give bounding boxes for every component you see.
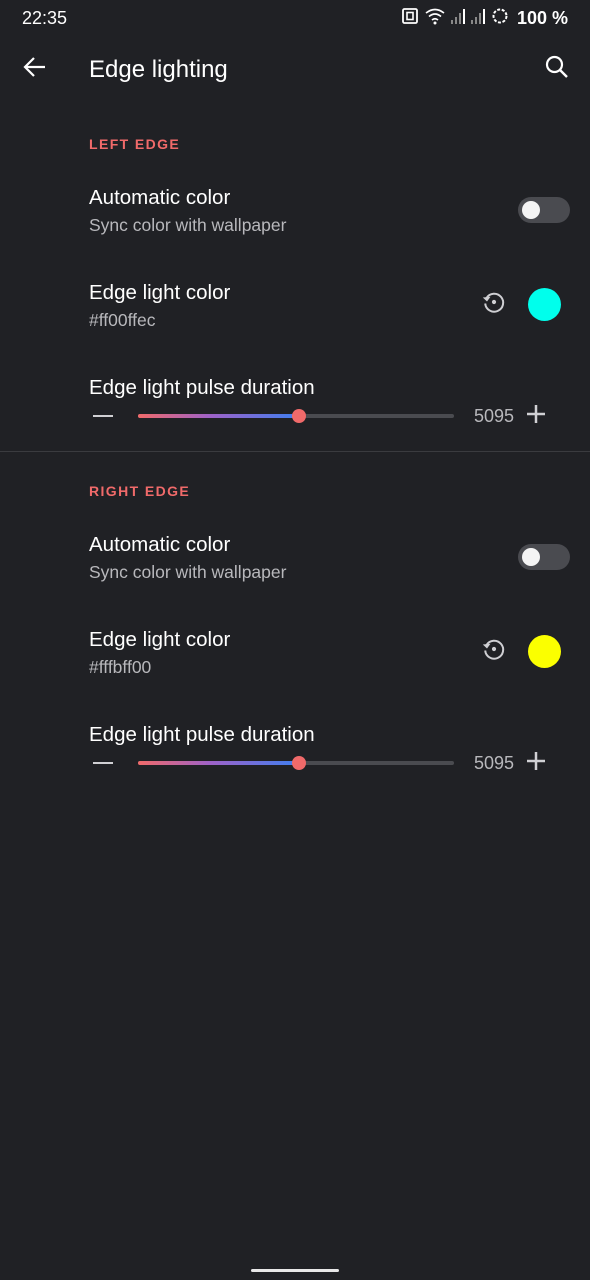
- wifi-icon: [425, 7, 445, 30]
- pulse-duration-slider[interactable]: [138, 753, 454, 773]
- auto-color-toggle[interactable]: [518, 544, 570, 570]
- section-header-left-edge: LEFT EDGE: [89, 136, 181, 152]
- status-bar: 22:35 100 %: [0, 0, 590, 36]
- slider-thumb[interactable]: [292, 756, 306, 770]
- auto-color-title: Automatic color: [89, 533, 231, 556]
- section-divider: [0, 451, 590, 452]
- edge-color-title: Edge light color: [89, 628, 231, 651]
- pulse-duration-value: 5095: [474, 406, 515, 426]
- section-header-right-edge: RIGHT EDGE: [89, 483, 191, 499]
- color-swatch[interactable]: [528, 635, 561, 668]
- color-swatch[interactable]: [528, 288, 561, 321]
- toggle-knob: [522, 548, 540, 566]
- slider-fill: [138, 761, 299, 765]
- page-title: Edge lighting: [89, 56, 228, 83]
- edge-color-value: #fffbff00: [89, 657, 152, 677]
- pulse-duration-title: Edge light pulse duration: [89, 723, 315, 746]
- reset-icon: [481, 289, 507, 320]
- auto-color-summary: Sync color with wallpaper: [89, 215, 287, 235]
- arrow-back-icon: [22, 54, 48, 85]
- reset-icon: [481, 636, 507, 667]
- search-icon: [544, 54, 570, 85]
- signal-icon: [450, 7, 465, 30]
- battery-level: 100 %: [516, 8, 568, 28]
- back-button[interactable]: [14, 48, 56, 90]
- status-icons: 100 %: [401, 7, 568, 30]
- auto-color-summary: Sync color with wallpaper: [89, 562, 287, 582]
- plus-icon: [525, 403, 547, 430]
- pulse-duration-title: Edge light pulse duration: [89, 376, 315, 399]
- edge-lighting-screen: 22:35 100 % Edge lighting LEFT EDGE Auto…: [0, 0, 590, 1280]
- minus-icon: [93, 414, 113, 418]
- auto-color-title: Automatic color: [89, 186, 231, 209]
- pulse-duration-value: 5095: [474, 753, 515, 773]
- reset-color-button[interactable]: [476, 633, 512, 669]
- increase-button[interactable]: [524, 404, 548, 428]
- slider-thumb[interactable]: [292, 409, 306, 423]
- battery-saver-icon: [491, 7, 509, 30]
- app-bar: Edge lighting: [0, 36, 590, 104]
- signal-icon: [470, 7, 485, 30]
- edge-color-value: #ff00ffec: [89, 310, 156, 330]
- pulse-duration-slider[interactable]: [138, 406, 454, 426]
- search-button[interactable]: [536, 48, 578, 90]
- decrease-button[interactable]: [91, 751, 115, 775]
- minus-icon: [93, 761, 113, 765]
- reset-color-button[interactable]: [476, 286, 512, 322]
- status-time: 22:35: [22, 8, 68, 28]
- increase-button[interactable]: [524, 751, 548, 775]
- nfc-icon: [401, 7, 419, 30]
- plus-icon: [525, 750, 547, 777]
- toggle-knob: [522, 201, 540, 219]
- gesture-nav-handle[interactable]: [251, 1269, 339, 1272]
- auto-color-toggle[interactable]: [518, 197, 570, 223]
- edge-color-title: Edge light color: [89, 281, 231, 304]
- slider-fill: [138, 414, 299, 418]
- decrease-button[interactable]: [91, 404, 115, 428]
